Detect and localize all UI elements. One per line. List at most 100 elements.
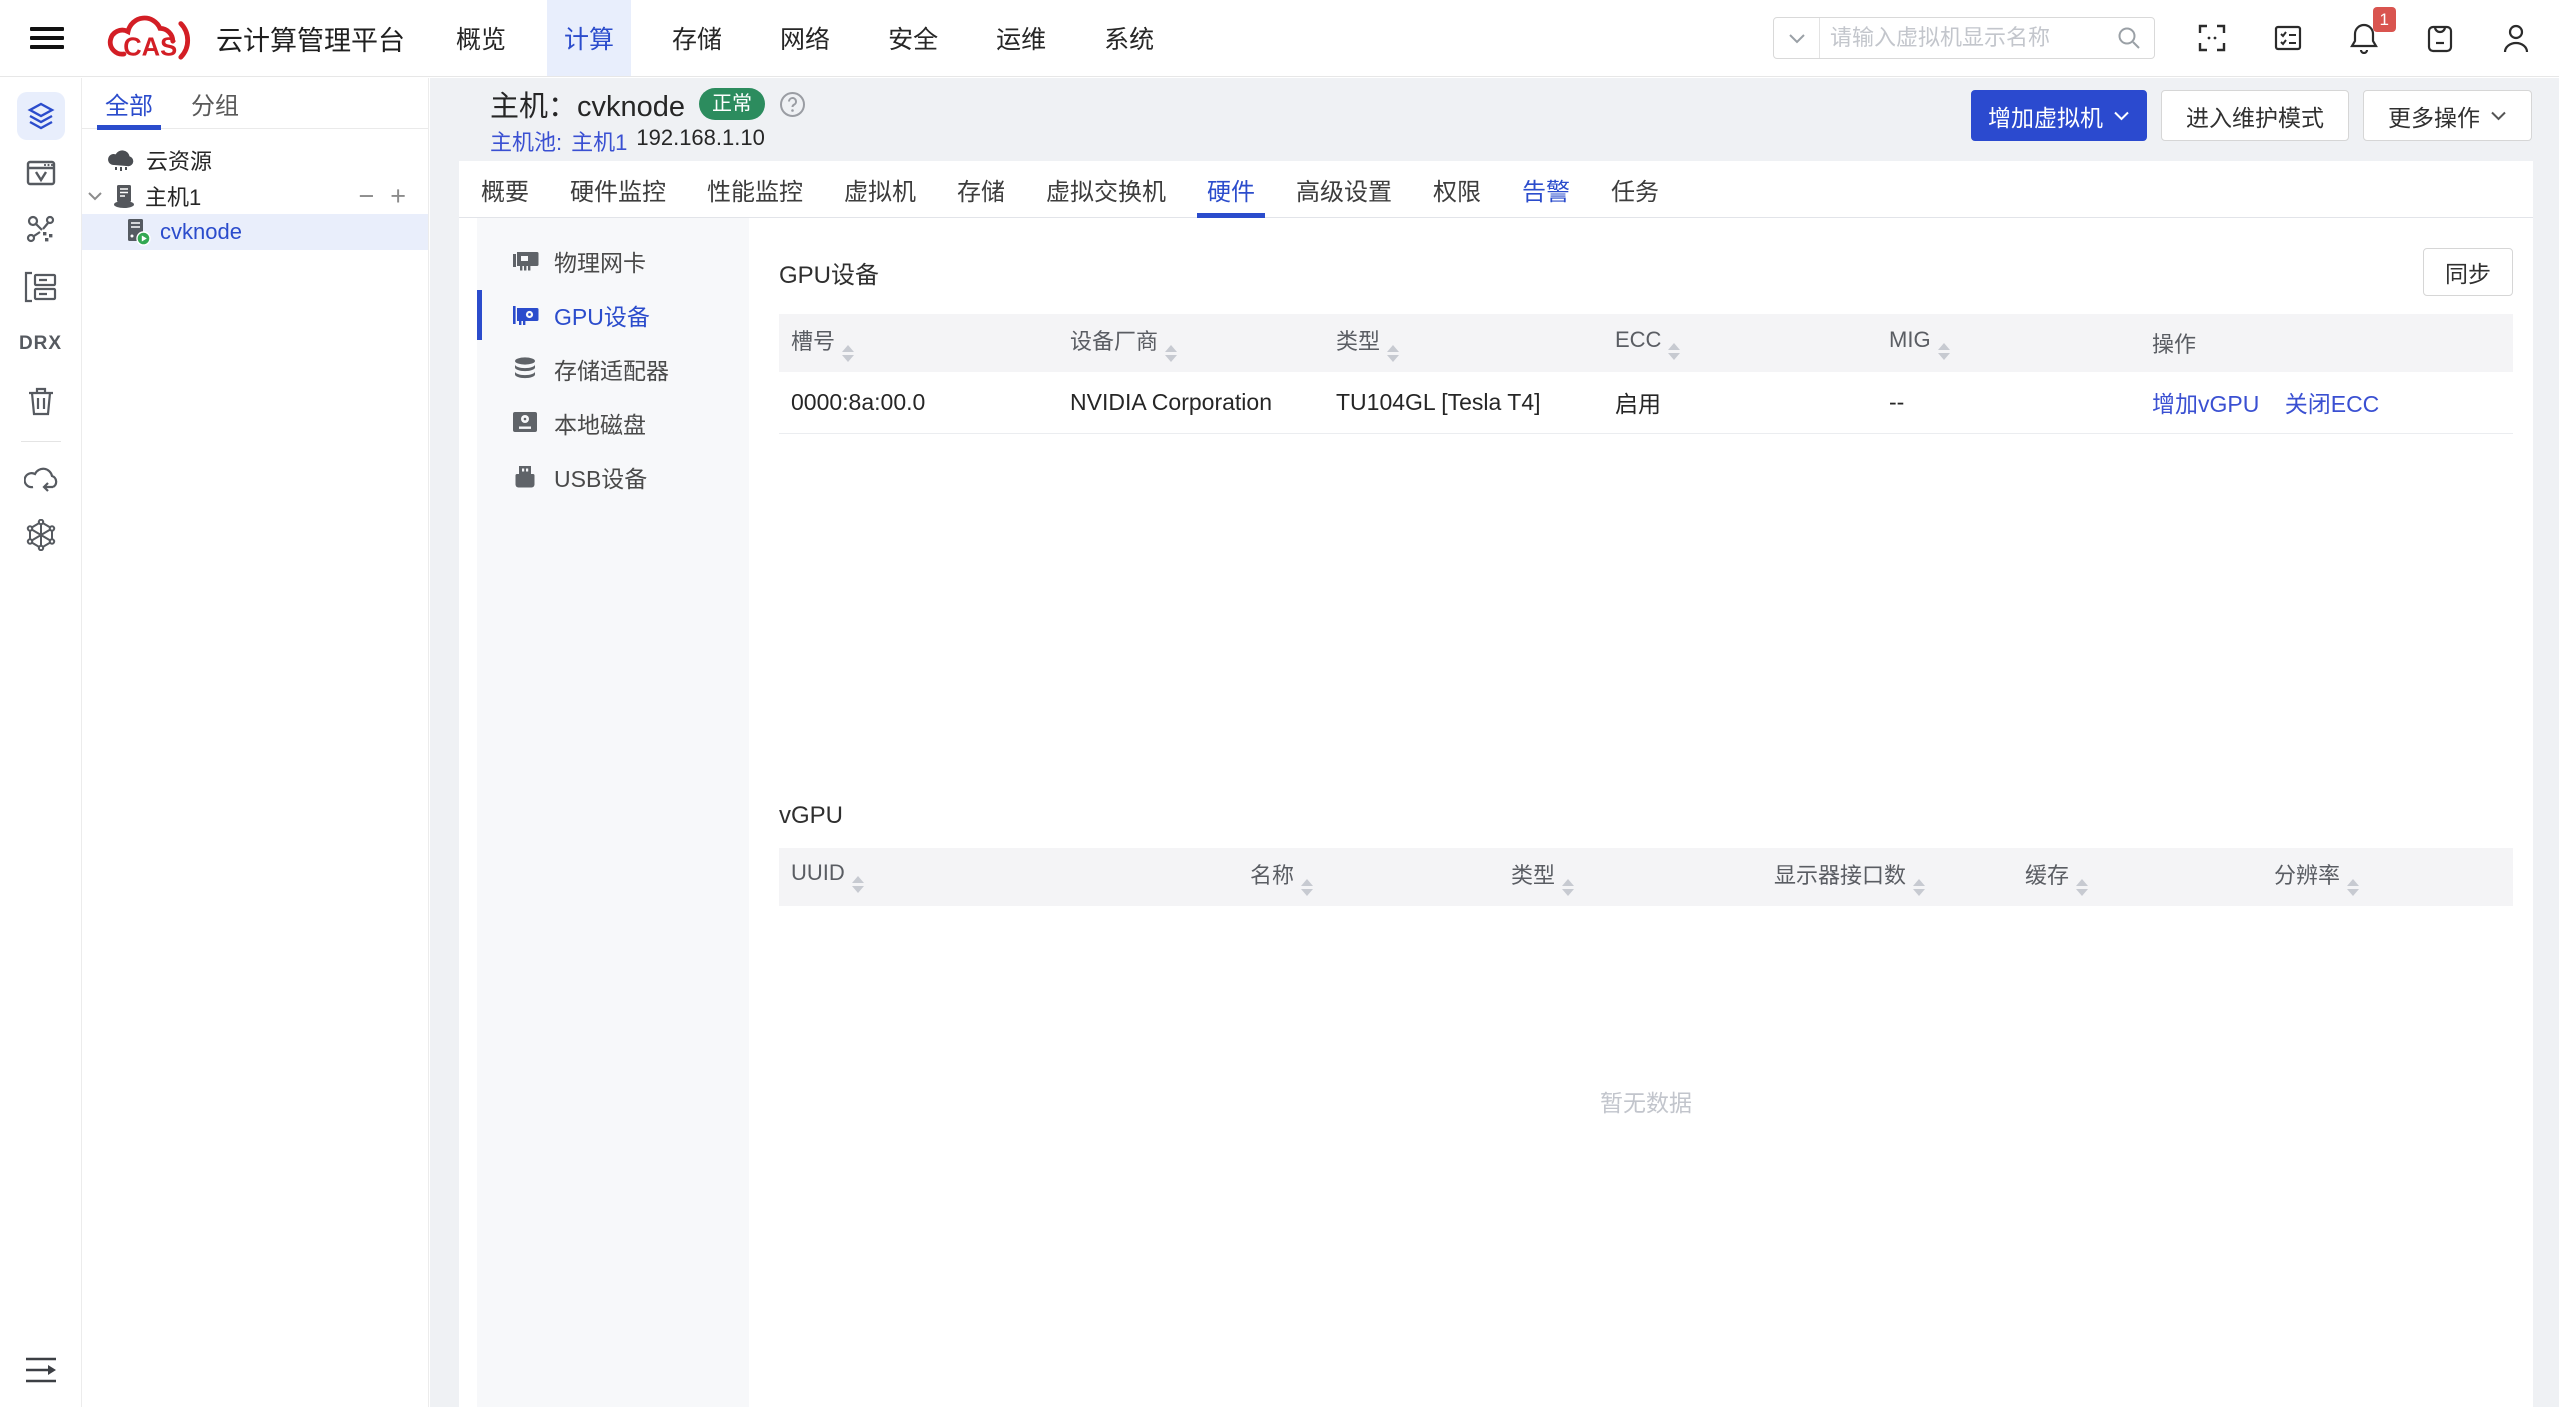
vgpu-col-cache[interactable]: 缓存 bbox=[2013, 848, 2262, 906]
nav-item-overview[interactable]: 概览 bbox=[439, 0, 523, 76]
menu-toggle-icon[interactable] bbox=[30, 22, 64, 54]
sort-icon[interactable] bbox=[852, 876, 864, 893]
rail-cluster-network-icon[interactable] bbox=[17, 511, 65, 559]
vgpu-col-type[interactable]: 类型 bbox=[1499, 848, 1762, 906]
gpu-col-mig[interactable]: MIG bbox=[1877, 314, 2140, 372]
user-profile-icon[interactable] bbox=[2501, 22, 2531, 54]
search-icon[interactable] bbox=[2116, 25, 2142, 51]
add-vm-button[interactable]: 增加虚拟机 bbox=[1971, 90, 2147, 141]
sort-icon[interactable] bbox=[1668, 343, 1680, 360]
detail-tab-bar: 概要 硬件监控 性能监控 虚拟机 存储 虚拟交换机 硬件 高级设置 权限 告警 … bbox=[459, 161, 2533, 218]
gpu-col-ecc[interactable]: ECC bbox=[1603, 314, 1877, 372]
nav-item-security[interactable]: 安全 bbox=[871, 0, 955, 76]
gpu-col-slot[interactable]: 槽号 bbox=[779, 314, 1058, 372]
nav-item-operations[interactable]: 运维 bbox=[979, 0, 1063, 76]
sort-icon[interactable] bbox=[2076, 879, 2088, 896]
hardware-submenu: 物理网卡 GPU设备 bbox=[477, 218, 749, 1407]
caret-down-icon[interactable] bbox=[87, 191, 103, 201]
rail-cloud-backup-icon[interactable] bbox=[17, 454, 65, 502]
tab-hardware-monitor[interactable]: 硬件监控 bbox=[570, 161, 666, 217]
tree-node-cloud-resources[interactable]: 云资源 bbox=[82, 142, 428, 178]
cloud-icon bbox=[107, 148, 135, 172]
task-list-icon[interactable] bbox=[2273, 23, 2303, 53]
submenu-item-gpu-devices[interactable]: GPU设备 bbox=[477, 288, 749, 342]
add-node-control[interactable]: + bbox=[390, 183, 406, 210]
tab-storage[interactable]: 存储 bbox=[957, 161, 1005, 217]
nav-item-system[interactable]: 系统 bbox=[1087, 0, 1171, 76]
notifications-bell-icon[interactable]: 1 bbox=[2349, 22, 2379, 54]
gpu-cell-vendor: NVIDIA Corporation bbox=[1058, 372, 1324, 433]
nav-item-storage[interactable]: 存储 bbox=[655, 0, 739, 76]
search-input[interactable] bbox=[1820, 25, 2116, 51]
sort-icon[interactable] bbox=[1913, 879, 1925, 896]
rail-resource-layers-icon[interactable] bbox=[17, 92, 65, 140]
rail-divider bbox=[21, 441, 61, 442]
search-scope-dropdown[interactable] bbox=[1774, 18, 1820, 58]
tab-permissions[interactable]: 权限 bbox=[1433, 161, 1481, 217]
sync-button[interactable]: 同步 bbox=[2423, 248, 2513, 296]
more-actions-button[interactable]: 更多操作 bbox=[2363, 90, 2532, 141]
help-icon[interactable] bbox=[779, 91, 806, 118]
tab-alarms[interactable]: 告警 bbox=[1522, 161, 1570, 217]
sort-icon[interactable] bbox=[2347, 879, 2359, 896]
vgpu-col-resolution[interactable]: 分辨率 bbox=[2262, 848, 2513, 906]
vgpu-col-display-ports[interactable]: 显示器接口数 bbox=[1762, 848, 2013, 906]
tab-summary[interactable]: 概要 bbox=[481, 161, 529, 217]
sort-icon[interactable] bbox=[1387, 345, 1399, 362]
rail-drx-icon[interactable]: DRX bbox=[17, 320, 65, 368]
disable-ecc-link[interactable]: 关闭ECC bbox=[2285, 391, 2380, 417]
sidebar-collapse-icon[interactable] bbox=[24, 1356, 58, 1389]
messages-icon[interactable] bbox=[2425, 22, 2455, 54]
gpu-cell-mig: -- bbox=[1877, 372, 2140, 433]
tree-tab-groups[interactable]: 分组 bbox=[191, 78, 239, 128]
vgpu-table-header-row: UUID 名称 类型 显示器接口数 缓存 分辨率 bbox=[779, 848, 2513, 906]
sort-icon[interactable] bbox=[1562, 879, 1574, 896]
rail-vm-console-icon[interactable] bbox=[17, 149, 65, 197]
tab-tasks[interactable]: 任务 bbox=[1611, 161, 1659, 217]
host-pool-link[interactable]: 主机1 bbox=[571, 125, 627, 157]
vgpu-col-uuid[interactable]: UUID bbox=[779, 848, 1238, 906]
gpu-cell-slot: 0000:8a:00.0 bbox=[779, 372, 1058, 433]
empty-state-text: 暂无数据 bbox=[779, 1084, 2513, 1118]
submenu-item-usb-devices[interactable]: USB设备 bbox=[477, 450, 749, 504]
rail-topology-icon[interactable] bbox=[17, 206, 65, 254]
gpu-cell-ecc: 启用 bbox=[1603, 372, 1877, 433]
primary-nav: 概览 计算 存储 网络 安全 运维 系统 bbox=[427, 0, 1183, 76]
rail-server-list-icon[interactable] bbox=[17, 263, 65, 311]
sort-icon[interactable] bbox=[1301, 879, 1313, 896]
status-badge: 正常 bbox=[699, 88, 765, 120]
tab-hardware[interactable]: 硬件 bbox=[1207, 161, 1255, 217]
sort-icon[interactable] bbox=[842, 345, 854, 362]
cas-console: CAS 云计算管理平台 概览 计算 存储 网络 安全 运维 系统 bbox=[0, 0, 2559, 1407]
collapse-node-control[interactable]: − bbox=[358, 183, 374, 210]
tree-node-host-cvknode[interactable]: cvknode bbox=[82, 214, 428, 250]
gpu-content: GPU设备 同步 槽号 设备厂商 类型 ECC MIG bbox=[749, 218, 2533, 1407]
host-actions: 增加虚拟机 进入维护模式 更多操作 bbox=[1971, 90, 2532, 141]
tab-virtual-switch[interactable]: 虚拟交换机 bbox=[1046, 161, 1166, 217]
maintenance-mode-button[interactable]: 进入维护模式 bbox=[2161, 90, 2349, 141]
sort-icon[interactable] bbox=[1165, 345, 1177, 362]
gpu-col-type[interactable]: 类型 bbox=[1324, 314, 1603, 372]
local-disk-icon bbox=[511, 410, 539, 436]
sort-icon[interactable] bbox=[1938, 343, 1950, 360]
tree-node-host-pool[interactable]: 主机1 − + bbox=[82, 178, 428, 214]
console-fullscreen-icon[interactable] bbox=[2197, 23, 2227, 53]
nav-item-network[interactable]: 网络 bbox=[763, 0, 847, 76]
rail-recycle-bin-icon[interactable] bbox=[17, 377, 65, 425]
tree-tab-all[interactable]: 全部 bbox=[105, 78, 153, 128]
topnav-right: 1 bbox=[1773, 17, 2559, 59]
tree-node-label: 主机1 bbox=[145, 180, 201, 212]
submenu-item-local-disk[interactable]: 本地磁盘 bbox=[477, 396, 749, 450]
gpu-col-vendor[interactable]: 设备厂商 bbox=[1058, 314, 1324, 372]
tab-advanced-settings[interactable]: 高级设置 bbox=[1296, 161, 1392, 217]
tree-tabs: 全部 分组 bbox=[82, 78, 428, 129]
add-vgpu-link[interactable]: 增加vGPU bbox=[2152, 391, 2259, 417]
host-server-icon bbox=[125, 218, 151, 246]
gpu-col-actions: 操作 bbox=[2140, 314, 2513, 372]
submenu-item-storage-adapter[interactable]: 存储适配器 bbox=[477, 342, 749, 396]
nav-item-compute[interactable]: 计算 bbox=[547, 0, 631, 76]
submenu-item-physical-nic[interactable]: 物理网卡 bbox=[477, 234, 749, 288]
tab-virtual-machines[interactable]: 虚拟机 bbox=[844, 161, 916, 217]
vgpu-col-name[interactable]: 名称 bbox=[1238, 848, 1499, 906]
tab-performance-monitor[interactable]: 性能监控 bbox=[707, 161, 803, 217]
